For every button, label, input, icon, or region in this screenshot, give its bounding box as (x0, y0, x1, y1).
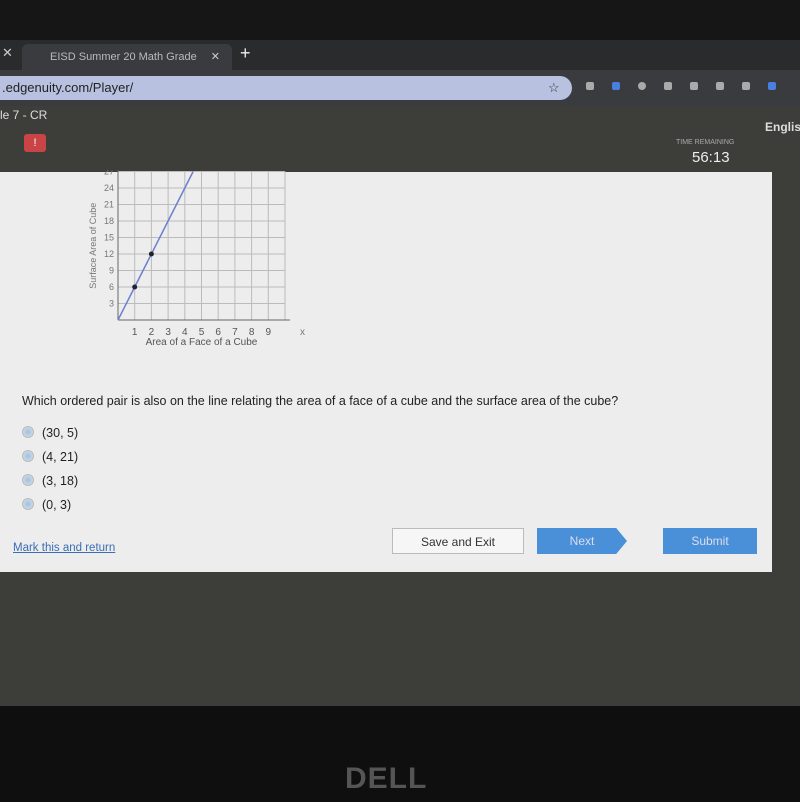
option-label: (0, 3) (42, 498, 72, 512)
url-text: .edgenuity.com/Player/ (2, 80, 134, 95)
tab-bar: EISD Summer 20 Math Grade ✕ (0, 40, 800, 70)
new-tab-icon[interactable]: + (240, 43, 251, 64)
browser-tab[interactable]: EISD Summer 20 Math Grade ✕ (22, 44, 232, 70)
y-tick-label: 12 (104, 249, 114, 259)
language-selector[interactable]: English (765, 120, 800, 134)
browser-toolbar: .edgenuity.com/Player/ ☆ (0, 70, 800, 106)
close-icon[interactable]: ✕ (2, 45, 13, 61)
radio-button[interactable] (22, 474, 34, 486)
radio-button[interactable] (22, 498, 34, 510)
close-tab-icon[interactable]: ✕ (211, 44, 220, 70)
extension-icon[interactable] (716, 82, 724, 90)
y-tick-label: 6 (109, 282, 114, 292)
address-bar[interactable]: .edgenuity.com/Player/ ☆ (0, 76, 572, 100)
save-and-exit-button[interactable]: Save and Exit (392, 528, 524, 554)
radio-button[interactable] (22, 426, 34, 438)
next-button[interactable]: Next (537, 528, 627, 554)
graph: 1 2 3 4 5 6 7 8 9369121518212427xArea of a Face … (88, 170, 305, 348)
timer: 56:13 (692, 149, 730, 166)
submit-button[interactable]: Submit (663, 528, 757, 554)
extension-icon[interactable] (612, 82, 620, 90)
option-label: (30, 5) (42, 426, 79, 440)
y-axis-label: Surface Area of Cube (88, 203, 98, 289)
y-tick-label: 18 (104, 216, 114, 226)
option-label: (4, 21) (42, 450, 79, 464)
mark-and-return-link[interactable]: Mark this and return (13, 542, 115, 554)
x-tick-label: 1 (132, 327, 138, 338)
y-tick-label: 24 (104, 183, 114, 193)
x-axis-label: Area of a Face of a Cube (146, 337, 258, 348)
extension-icon[interactable] (690, 82, 698, 90)
x-axis-letter: x (300, 327, 305, 338)
y-tick-label: 3 (109, 299, 114, 309)
breadcrumb: le 7 - CR (0, 108, 48, 122)
answer-option[interactable]: (3, 18) (22, 474, 78, 488)
series-line (117, 171, 194, 321)
x-tick-label: 9 (266, 327, 272, 338)
y-tick-label: 27 (104, 170, 114, 177)
answer-option[interactable]: (0, 3) (22, 498, 71, 512)
extension-icon[interactable] (742, 82, 750, 90)
answer-option[interactable]: (30, 5) (22, 426, 78, 440)
tab-title: EISD Summer 20 Math Grade (50, 51, 197, 63)
y-tick-label: 21 (104, 200, 114, 210)
question-card: 1 2 3 4 5 6 7 8 9 3 6 9 12 15 18 21 24 27 x Area of a Face … (0, 170, 772, 572)
data-point (132, 284, 138, 290)
extension-icon[interactable] (586, 82, 594, 90)
extension-icon[interactable] (768, 82, 776, 90)
extension-icon[interactable] (638, 82, 646, 90)
question-text: Which ordered pair is also on the line r… (22, 394, 619, 408)
timer-label: TIME REMAINING (676, 139, 735, 146)
dell-logo: DELL (345, 762, 428, 795)
extension-icon[interactable] (664, 82, 672, 90)
y-tick-label: 9 (109, 266, 114, 276)
data-point (148, 251, 154, 257)
radio-button[interactable] (22, 450, 34, 462)
flag-button[interactable]: ! (24, 134, 46, 152)
option-label: (3, 18) (42, 474, 79, 488)
bookmark-star-icon[interactable]: ☆ (548, 76, 560, 100)
y-tick-label: 15 (104, 233, 114, 243)
monitor-bezel-top (0, 0, 800, 40)
answer-option[interactable]: (4, 21) (22, 450, 78, 464)
